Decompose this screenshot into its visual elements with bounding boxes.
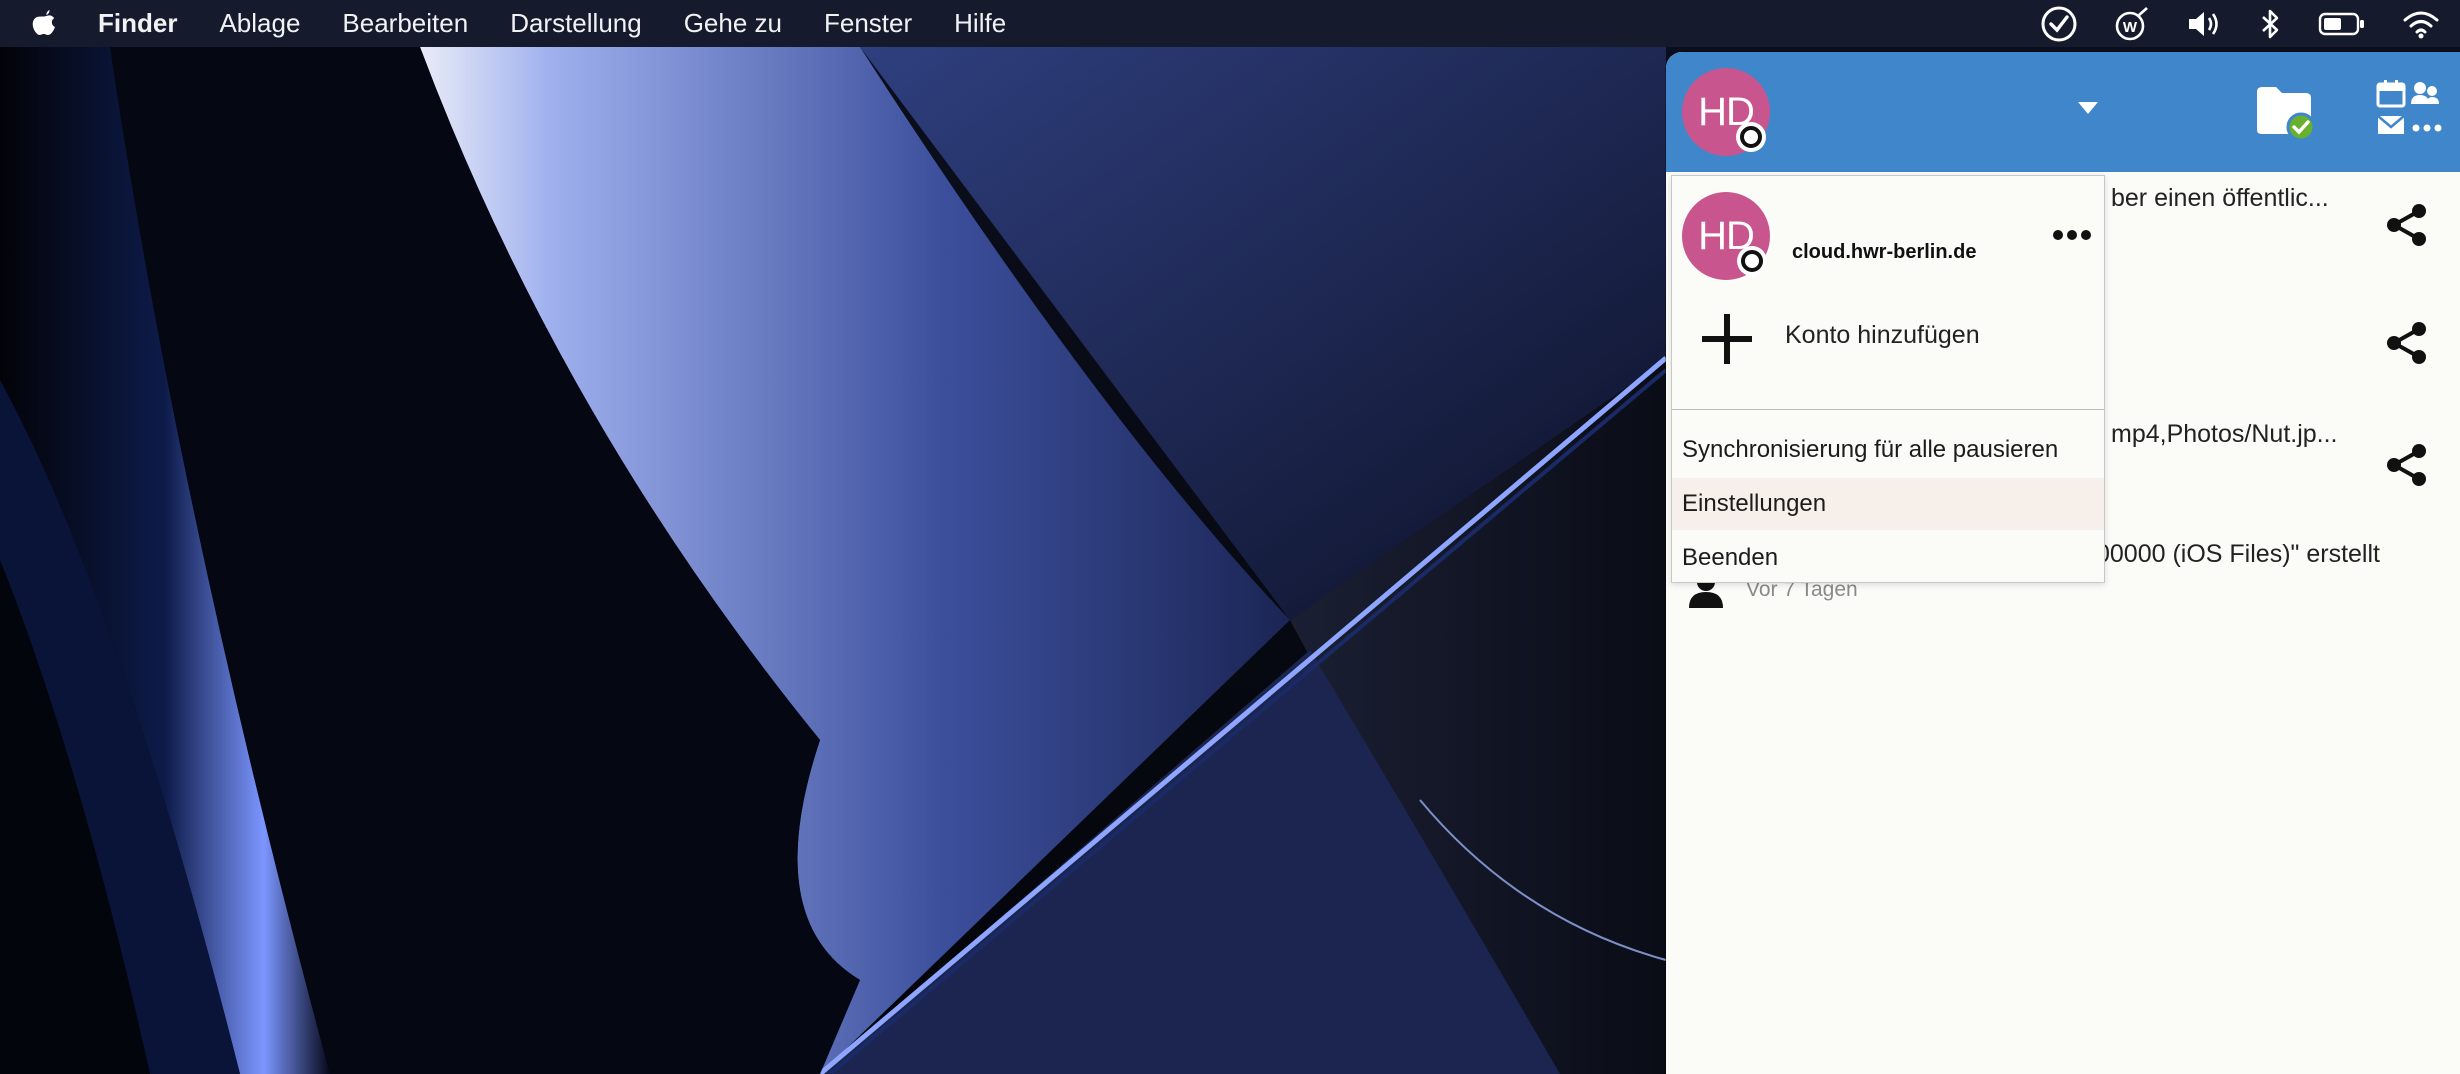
plus-icon (1700, 312, 1754, 371)
menu-ablage[interactable]: Ablage (219, 8, 300, 39)
checkmark-circle-icon[interactable] (2040, 5, 2078, 43)
share-icon[interactable] (2384, 202, 2430, 253)
account-chevron-down-icon[interactable] (2076, 101, 2100, 120)
activity-text: mp4,Photos/Nut.jp... (2111, 420, 2338, 448)
quit-menu-item[interactable]: Beenden (1672, 532, 2104, 584)
account-dropdown-menu: HD cloud.hwr-berlin.de Konto hinzufügen … (1671, 175, 2105, 583)
menu-gehe-zu[interactable]: Gehe zu (684, 8, 782, 39)
add-account-label: Konto hinzufügen (1785, 321, 1980, 349)
account-server: cloud.hwr-berlin.de (1792, 241, 1977, 263)
menu-bar: Finder Ablage Bearbeiten Darstellung Geh… (0, 0, 2460, 47)
menu-fenster[interactable]: Fenster (824, 8, 912, 39)
word-icon[interactable]: W (2114, 6, 2150, 42)
menu-finder[interactable]: Finder (98, 8, 177, 39)
pause-sync-menu-item[interactable]: Synchronisierung für alle pausieren (1672, 424, 2104, 476)
apps-menu-icon[interactable] (2374, 78, 2444, 147)
activity-text: ber einen öffentlic... (2111, 184, 2329, 212)
account-status-indicator (1737, 246, 1767, 276)
activity-text: 00000 (iOS Files)" erstellt (2096, 540, 2380, 568)
apple-icon[interactable] (30, 8, 58, 38)
menu-separator (1672, 409, 2104, 410)
settings-menu-item[interactable]: Einstellungen (1672, 478, 2104, 530)
local-folder-synced-icon[interactable] (2254, 82, 2318, 145)
more-options-icon[interactable] (2052, 228, 2092, 247)
menu-bearbeiten[interactable]: Bearbeiten (342, 8, 468, 39)
battery-icon[interactable] (2318, 11, 2366, 37)
header-status-indicator (1736, 122, 1766, 152)
svg-text:W: W (2123, 19, 2138, 36)
account-entry[interactable]: HD cloud.hwr-berlin.de (1672, 176, 2104, 296)
menu-darstellung[interactable]: Darstellung (510, 8, 642, 39)
add-account-button[interactable]: Konto hinzufügen (1672, 296, 2104, 376)
share-icon[interactable] (2384, 320, 2430, 371)
volume-icon[interactable] (2186, 8, 2224, 40)
bluetooth-icon[interactable] (2260, 7, 2282, 41)
wifi-icon[interactable] (2402, 9, 2440, 39)
share-icon[interactable] (2384, 442, 2430, 493)
nextcloud-header: HD (1666, 52, 2460, 172)
menu-hilfe[interactable]: Hilfe (954, 8, 1006, 39)
